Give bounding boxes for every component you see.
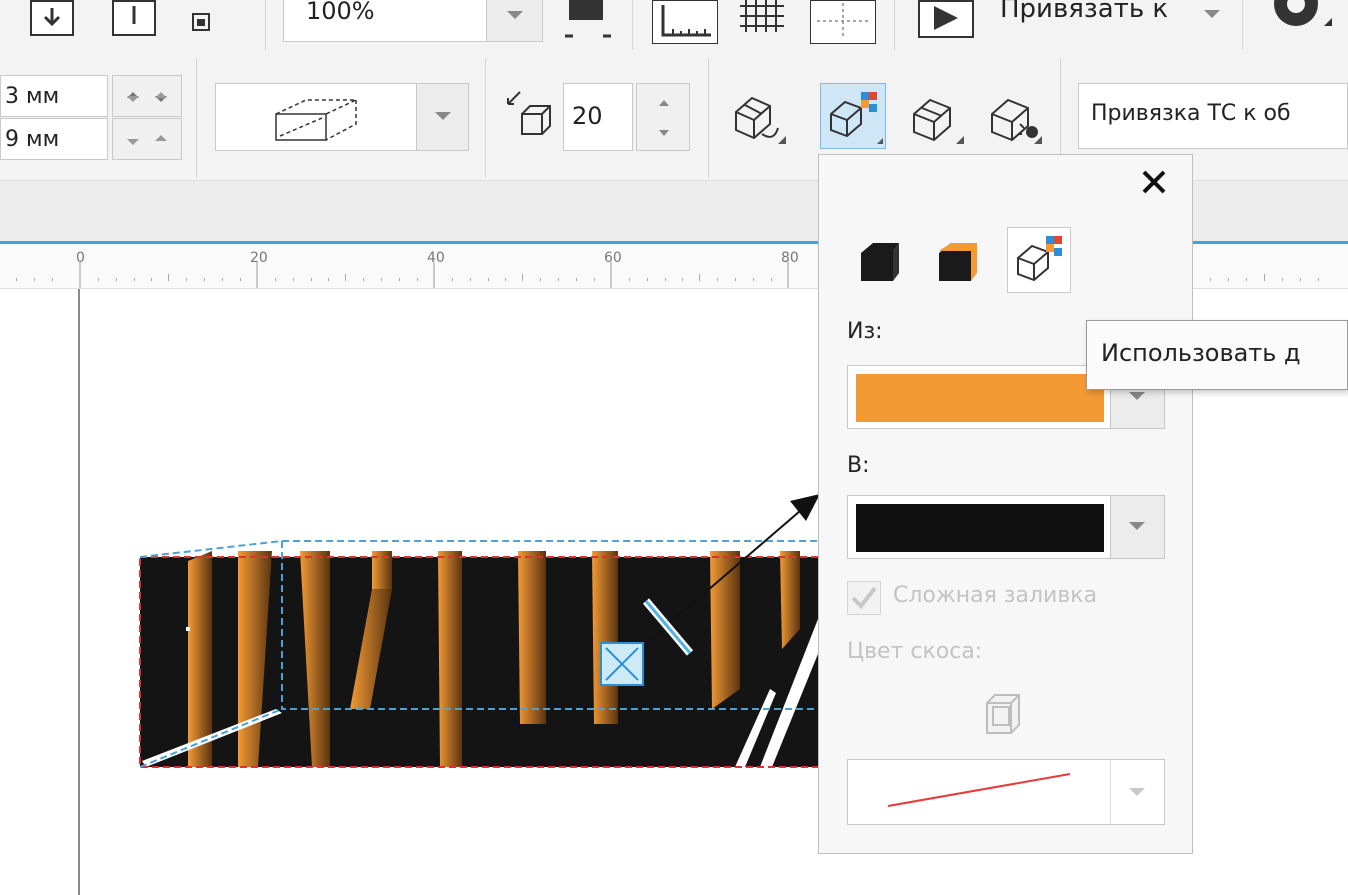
use-solid-color-icon[interactable]	[931, 237, 987, 287]
use-object-fill-icon[interactable]	[853, 237, 909, 287]
separator	[485, 58, 486, 178]
snap-to-dropdown[interactable]: Привязать к	[1000, 0, 1168, 24]
use-color-shading-icon[interactable]	[1007, 227, 1071, 293]
bevel-color-picker[interactable]	[847, 759, 1165, 825]
bevel-object-icon	[977, 685, 1027, 741]
dropdown-button[interactable]	[1110, 496, 1164, 558]
depth-value[interactable]: 20	[572, 102, 603, 130]
zoom-value[interactable]: 100%	[306, 0, 375, 25]
extrude-rotation-icon[interactable]	[726, 88, 790, 148]
ruler-label: 60	[604, 250, 622, 266]
tooltip: Использовать д	[1086, 320, 1348, 390]
extrude-bevels-icon[interactable]	[906, 88, 968, 148]
separator	[196, 58, 197, 178]
node-point	[186, 627, 190, 631]
chevron-down-icon	[507, 11, 523, 19]
bevel-color-swatch	[887, 773, 1071, 807]
to-color-swatch	[856, 504, 1104, 552]
position-x-spinner[interactable]	[112, 75, 182, 117]
extrusion-type-dropdown[interactable]	[215, 83, 469, 151]
extrude-color-panel: Из: В: Сложная заливка Цвет скоса:	[818, 154, 1193, 854]
dropdown-button[interactable]	[416, 84, 468, 150]
grid-icon[interactable]	[736, 0, 788, 40]
position-y-value[interactable]: 9 мм	[5, 127, 59, 152]
extrude-lighting-icon[interactable]	[984, 88, 1046, 148]
depth-icon	[504, 88, 558, 142]
chevron-down-icon	[435, 112, 451, 120]
separator	[265, 0, 266, 50]
separator	[1242, 0, 1243, 50]
close-icon[interactable]	[1137, 165, 1171, 199]
full-screen-icon[interactable]	[563, 0, 613, 40]
position-y-spinner[interactable]	[112, 118, 182, 160]
extrusion-type-icon	[275, 99, 357, 141]
vanishing-point-value[interactable]: Привязка ТС к об	[1091, 101, 1291, 126]
complex-fill-checkbox[interactable]	[847, 581, 881, 615]
extrude-color-icon[interactable]	[820, 83, 886, 149]
extruded-artwork[interactable]	[0, 289, 830, 895]
publish-icon[interactable]	[190, 10, 214, 34]
separator	[632, 0, 633, 50]
chevron-down-icon	[1129, 522, 1145, 530]
import-icon[interactable]	[30, 0, 74, 36]
rulers-icon[interactable]	[652, 0, 718, 44]
depth-field[interactable]: 20	[563, 83, 633, 151]
snap-icon[interactable]	[918, 0, 974, 38]
from-color-swatch	[856, 374, 1104, 422]
complex-fill-label: Сложная заливка	[893, 583, 1098, 608]
zoom-dropdown-button[interactable]	[486, 0, 542, 41]
chevron-down-icon[interactable]	[1204, 10, 1220, 18]
export-icon[interactable]	[112, 0, 156, 36]
guidelines-icon[interactable]	[810, 0, 876, 44]
tooltip-text: Использовать д	[1101, 339, 1301, 367]
dropdown-button[interactable]	[1110, 760, 1164, 824]
to-label: В:	[847, 453, 870, 478]
top-toolbar: 100% Привязать к	[0, 0, 1348, 59]
ruler-label: 40	[427, 250, 445, 266]
position-x-value[interactable]: 3 мм	[5, 84, 59, 109]
depth-spinner[interactable]	[636, 83, 690, 151]
ruler-label: 0	[76, 250, 85, 266]
separator	[708, 58, 709, 178]
position-x-field[interactable]: 3 мм	[0, 75, 108, 117]
position-y-field[interactable]: 9 мм	[0, 118, 108, 160]
vanishing-point-dropdown[interactable]: Привязка ТС к об	[1078, 83, 1348, 149]
gear-icon[interactable]	[1262, 0, 1334, 42]
chevron-down-icon	[1129, 392, 1145, 400]
bevel-color-label: Цвет скоса:	[847, 639, 983, 664]
from-label: Из:	[847, 319, 883, 344]
zoom-combo[interactable]: 100%	[283, 0, 543, 42]
ruler-label: 80	[781, 250, 799, 266]
to-color-picker[interactable]	[847, 495, 1165, 559]
separator	[894, 0, 895, 50]
ruler-label: 20	[250, 250, 268, 266]
chevron-down-icon	[1129, 788, 1145, 796]
